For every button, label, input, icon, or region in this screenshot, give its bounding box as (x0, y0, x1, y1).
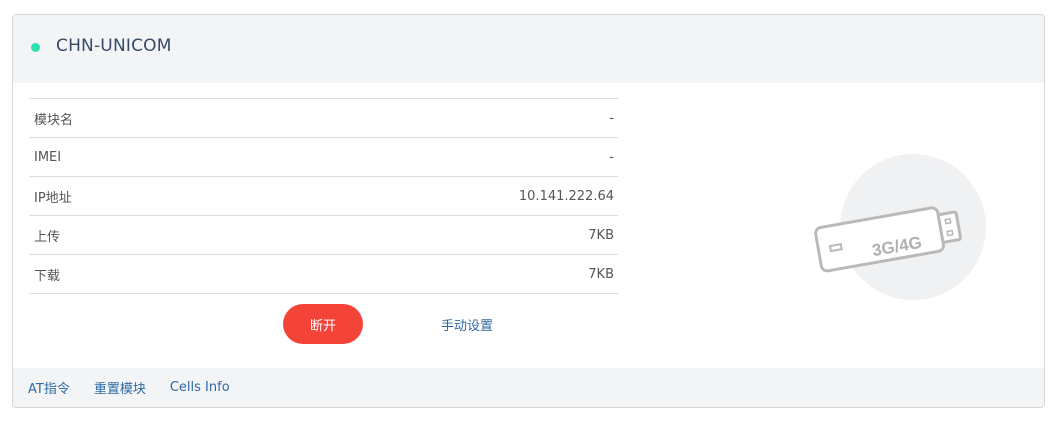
row-value: 7KB (588, 227, 614, 243)
status-indicator (31, 43, 40, 52)
row-label: IMEI (34, 149, 62, 165)
disconnect-button[interactable]: 断开 (283, 304, 363, 344)
card-title: CHN-UNICOM (56, 36, 172, 56)
table-row: IP地址 10.141.222.64 (29, 177, 618, 216)
row-label: 模块名 (34, 112, 74, 128)
table-row: 下载 7KB (29, 255, 618, 294)
row-value: - (609, 110, 614, 126)
cells-info-link[interactable]: Cells Info (170, 380, 230, 395)
row-value: 7KB (588, 266, 614, 282)
row-value: - (609, 149, 614, 165)
card-header: CHN-UNICOM (13, 15, 1044, 83)
usb-modem-icon: 3G/4G (814, 154, 986, 300)
table-row: 模块名 - (29, 99, 618, 138)
at-command-link[interactable]: AT指令 (28, 378, 70, 397)
info-table: 模块名 - IMEI - IP地址 10.141.222.64 上传 7KB 下… (29, 98, 618, 294)
modem-card: CHN-UNICOM 模块名 - IMEI - IP地址 10.141.222.… (12, 14, 1045, 408)
table-row: 上传 7KB (29, 216, 618, 255)
reset-module-link[interactable]: 重置模块 (94, 378, 146, 397)
row-label: 上传 (34, 229, 61, 245)
manual-settings-link[interactable]: 手动设置 (441, 315, 493, 334)
row-value: 10.141.222.64 (518, 188, 614, 204)
table-row: IMEI - (29, 138, 618, 177)
card-footer: AT指令 重置模块 Cells Info (13, 368, 1044, 407)
row-label: 下载 (34, 268, 61, 284)
row-label: IP地址 (34, 190, 72, 206)
